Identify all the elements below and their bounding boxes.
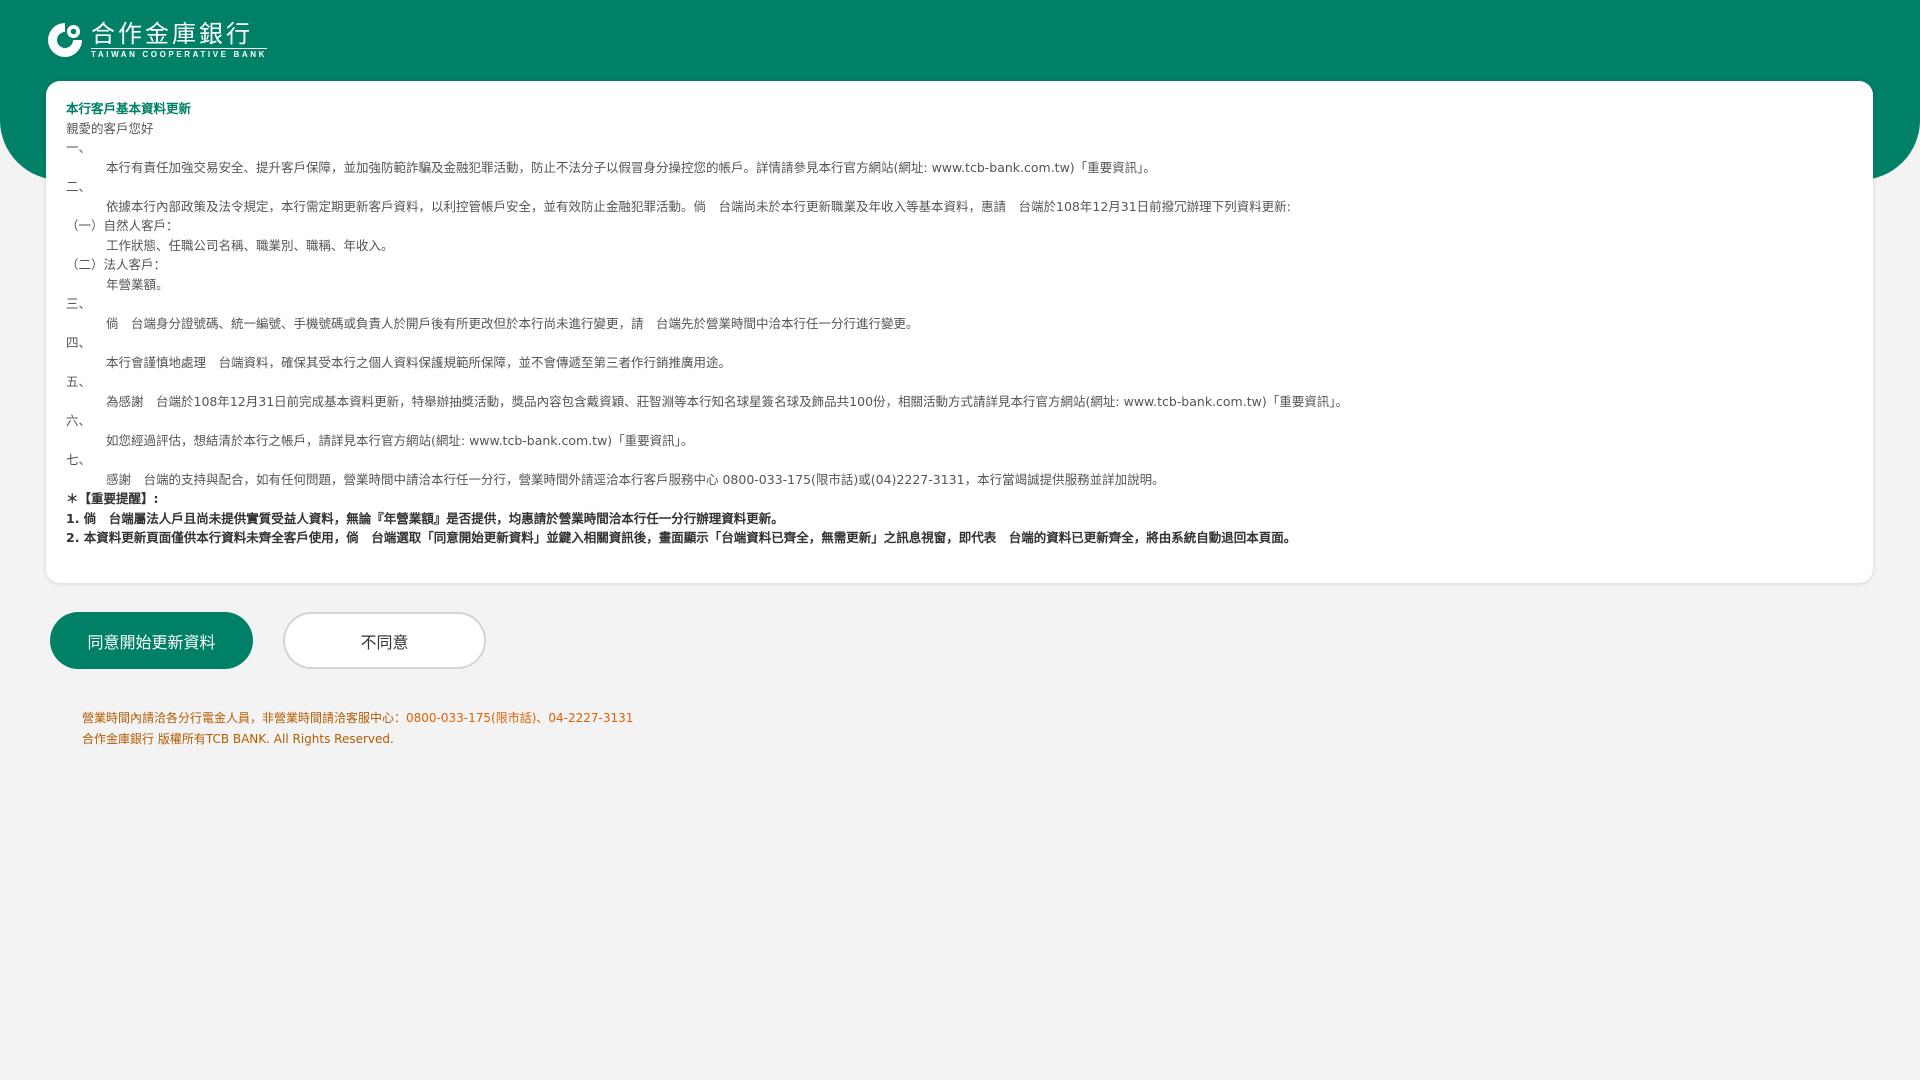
footer-phone-numbers: 0800-033-175(限市話)、04-2227-3131 (406, 711, 634, 725)
tcb-logo-icon (48, 23, 82, 57)
section-text: 本行會謹慎地處理 台端資料，確保其受本行之個人資料保護規範所保障，並不會傳遞至第… (106, 354, 732, 370)
bank-logo: 合作金庫銀行 TAIWAN COOPERATIVE BANK (45, 20, 267, 60)
section-number: 七、 (66, 452, 92, 467)
subsection-number: （二） (66, 257, 104, 272)
subsection-heading: （一）自然人客戶： (66, 216, 1853, 236)
section-number: 六、 (66, 413, 92, 428)
section-text: 本行有責任加強交易安全、提升客戶保障，並加強防範詐騙及金融犯罪活動，防止不法分子… (106, 159, 1156, 175)
section-text: 為感謝 台端於108年12月31日前完成基本資料更新，特舉辦抽獎活動，獎品內容包… (106, 393, 1348, 409)
section-number: 三、 (66, 296, 92, 311)
disagree-button[interactable]: 不同意 (283, 612, 486, 669)
logo-chinese-name: 合作金庫銀行 (91, 20, 253, 48)
footer-contact-text: 營業時間內請洽各分行電金人員，非營業時間請洽客服中心： (82, 711, 407, 725)
logo-english-name: TAIWAN COOPERATIVE BANK (91, 48, 267, 59)
footer-copyright: 合作金庫銀行 版權所有TCB BANK. All Rights Reserved… (82, 732, 394, 746)
greeting: 親愛的客戶您好 (66, 120, 154, 136)
important-note-2: 2. 本資料更新頁面僅供本行資料未齊全客戶使用，倘 台端選取「同意開始更新資料」… (66, 530, 1297, 545)
action-buttons: 同意開始更新資料 不同意 (50, 612, 486, 669)
notice-content: 本行客戶基本資料更新 親愛的客戶您好 一、 本行有責任加強交易安全、提升客戶保障… (66, 99, 1853, 548)
footer-contact-line: 營業時間內請洽各分行電金人員，非營業時間請洽客服中心：0800-033-175(… (82, 708, 633, 729)
subsection-heading: （二）法人客戶： (66, 255, 1853, 275)
agree-update-button[interactable]: 同意開始更新資料 (50, 612, 253, 669)
subsection-label: 法人客戶： (103, 257, 167, 272)
subsection-text: 年營業額。 (106, 276, 169, 292)
subsection-label: 自然人客戶： (103, 218, 179, 233)
notice-title: 本行客戶基本資料更新 (66, 101, 192, 116)
section-number: 一、 (66, 140, 92, 155)
section-number: 二、 (66, 179, 92, 194)
subsection-number: （一） (66, 218, 104, 233)
section-text: 依據本行內部政策及法令規定，本行需定期更新客戶資料，以利控管帳戶安全，並有效防止… (106, 198, 1291, 214)
subsection-text: 工作狀態、任職公司名稱、職業別、職稱、年收入。 (106, 237, 394, 253)
section-number: 四、 (66, 335, 92, 350)
section-text: 倘 台端身分證號碼、統一編號、手機號碼或負責人於開戶後有所更改但於本行尚未進行變… (106, 315, 919, 331)
section-text: 如您經過評估，想結清於本行之帳戶，請詳見本行官方網站(網址: www.tcb-b… (106, 432, 694, 448)
important-heading: ＊【重要提醒】: (66, 491, 159, 506)
section-number: 五、 (66, 374, 92, 389)
notice-card: 本行客戶基本資料更新 親愛的客戶您好 一、 本行有責任加強交易安全、提升客戶保障… (46, 81, 1873, 583)
section-text: 感謝 台端的支持與配合，如有任何問題，營業時間中請洽本行任一分行，營業時間外請逕… (106, 471, 1165, 487)
important-note-1: 1. 倘 台端屬法人戶且尚未提供實質受益人資料，無論『年營業額』是否提供，均惠請… (66, 510, 784, 526)
footer: 營業時間內請洽各分行電金人員，非營業時間請洽客服中心：0800-033-175(… (82, 708, 633, 750)
